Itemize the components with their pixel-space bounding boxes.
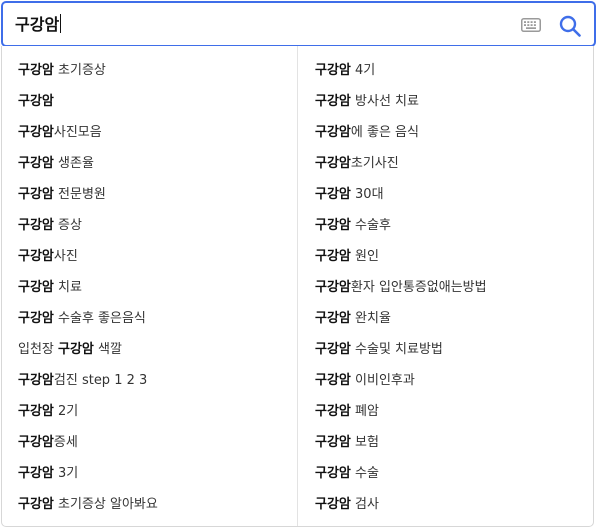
suggestion-item[interactable]: 구강암 초기증상 — [18, 55, 308, 86]
suggestion-text: 색깔 — [93, 342, 122, 357]
suggestion-text: 생존율 — [53, 156, 94, 171]
suggestion-text: 초기사진 — [350, 156, 399, 171]
search-icon[interactable] — [559, 15, 581, 37]
suggestion-item[interactable]: 구강암 보험 — [315, 427, 597, 458]
suggestion-item[interactable]: 구강암 수술 — [315, 458, 597, 489]
suggestion-match-text: 구강암 — [58, 342, 94, 357]
suggestion-match-text: 구강암 — [315, 249, 351, 264]
suggestion-match-text: 구강암 — [315, 342, 351, 357]
suggestion-item[interactable]: 구강암검진 step 1 2 3 — [18, 365, 308, 396]
suggestion-match-text: 구강암 — [18, 373, 54, 388]
suggestion-item[interactable]: 구강암 수술후 좋은음식 — [18, 303, 308, 334]
suggestion-text: 2기 — [53, 404, 79, 419]
suggestion-match-text: 구강암 — [315, 280, 351, 295]
suggestion-item[interactable]: 구강암 생존율 — [18, 148, 308, 179]
suggestion-text: 30대 — [350, 187, 384, 202]
suggestion-text: 검사 — [350, 497, 379, 512]
suggestion-item[interactable]: 구강암 30대 — [315, 179, 597, 210]
suggestion-match-text: 구강암 — [315, 94, 351, 109]
suggestion-item[interactable]: 구강암 검사 — [315, 489, 597, 520]
search-query-text: 구강암 — [15, 15, 60, 34]
suggestion-match-text: 구강암 — [315, 187, 351, 202]
suggestion-item[interactable]: 구강암 4기 — [315, 55, 597, 86]
suggestion-match-text: 구강암 — [315, 404, 351, 419]
suggestion-match-text: 구강암 — [18, 187, 54, 202]
suggestion-text: 수술후 — [350, 218, 391, 233]
suggestion-text: 입천장 — [18, 342, 59, 357]
suggestion-match-text: 구강암 — [18, 311, 54, 326]
suggestion-text: 원인 — [350, 249, 379, 264]
suggestion-column-right: 구강암 4기 구강암 방사선 치료 구강암에 좋은 음식 구강암초기사진 구강암 30대… — [315, 55, 597, 520]
suggestion-item[interactable]: 구강암 원인 — [315, 241, 597, 272]
suggestion-text: 증상 — [53, 218, 82, 233]
suggestion-match-text: 구강암 — [18, 156, 54, 171]
suggestion-text: 환자 입안통증없애는방법 — [350, 280, 487, 295]
suggestion-text: 폐암 — [350, 404, 379, 419]
suggestion-match-text: 구강암 — [315, 373, 351, 388]
suggestion-match-text: 구강암 — [315, 435, 351, 450]
suggestion-match-text: 구강암 — [315, 125, 351, 140]
suggestion-text: 보험 — [350, 435, 379, 450]
suggestion-item[interactable]: 구강암 방사선 치료 — [315, 86, 597, 117]
suggestion-item[interactable]: 구강암사진 — [18, 241, 308, 272]
suggestion-item[interactable]: 구강암 2기 — [18, 396, 308, 427]
suggestion-match-text: 구강암 — [315, 218, 351, 233]
suggestion-match-text: 구강암 — [315, 311, 351, 326]
suggestion-item[interactable]: 구강암 증상 — [18, 210, 308, 241]
suggestion-item[interactable]: 구강암환자 입안통증없애는방법 — [315, 272, 597, 303]
suggestion-item[interactable]: 구강암 이비인후과 — [315, 365, 597, 396]
text-caret — [60, 14, 62, 33]
suggestion-item[interactable]: 구강암 수술후 — [315, 210, 597, 241]
suggestion-item[interactable]: 입천장 구강암 색깔 — [18, 334, 308, 365]
suggestion-text: 증세 — [53, 435, 78, 450]
suggestion-item[interactable]: 구강암 수술및 치료방법 — [315, 334, 597, 365]
suggestion-match-text: 구강암 — [315, 497, 351, 512]
suggestion-match-text: 구강암 — [18, 466, 54, 481]
suggestion-match-text: 구강암 — [18, 94, 54, 109]
suggestion-text: 사진모음 — [53, 125, 102, 140]
suggestion-column-left: 구강암 초기증상 구강암 구강암사진모음 구강암 생존율 구강암 전문병원 구강암 증상 구… — [18, 55, 308, 520]
suggestion-item[interactable]: 구강암 폐암 — [315, 396, 597, 427]
suggestion-item[interactable]: 구강암초기사진 — [315, 148, 597, 179]
suggestion-text: 수술후 좋은음식 — [53, 311, 146, 326]
suggestion-text: 검진 step 1 2 3 — [53, 373, 148, 388]
suggestion-item[interactable]: 구강암증세 — [18, 427, 308, 458]
suggestion-item[interactable]: 구강암에 좋은 음식 — [315, 117, 597, 148]
suggestion-text: 치료 — [53, 280, 82, 295]
suggestion-match-text: 구강암 — [315, 63, 351, 78]
suggestion-item[interactable]: 구강암 완치율 — [315, 303, 597, 334]
suggestion-text: 초기증상 알아봐요 — [53, 497, 158, 512]
suggestion-text: 수술및 치료방법 — [350, 342, 443, 357]
suggestion-text: 사진 — [53, 249, 78, 264]
suggestion-match-text: 구강암 — [18, 497, 54, 512]
keyboard-icon[interactable] — [521, 18, 541, 32]
suggestion-match-text: 구강암 — [18, 125, 54, 140]
suggestion-match-text: 구강암 — [18, 404, 54, 419]
suggestion-match-text: 구강암 — [18, 63, 54, 78]
suggestion-match-text: 구강암 — [315, 156, 351, 171]
suggestion-match-text: 구강암 — [18, 280, 54, 295]
suggestion-text: 이비인후과 — [350, 373, 415, 388]
search-box[interactable]: 구강암 — [1, 1, 596, 47]
suggestion-text: 방사선 치료 — [350, 94, 419, 109]
suggestion-text: 초기증상 — [53, 63, 106, 78]
suggestion-text: 전문병원 — [53, 187, 106, 202]
suggestion-match-text: 구강암 — [18, 435, 54, 450]
suggestion-match-text: 구강암 — [18, 249, 54, 264]
suggestion-text: 완치율 — [350, 311, 391, 326]
suggestion-text: 4기 — [350, 63, 376, 78]
suggestion-item[interactable]: 구강암 초기증상 알아봐요 — [18, 489, 308, 520]
suggestion-item[interactable]: 구강암 3기 — [18, 458, 308, 489]
search-input[interactable]: 구강암 — [15, 14, 62, 35]
suggestion-text: 수술 — [350, 466, 379, 481]
suggestion-item[interactable]: 구강암 전문병원 — [18, 179, 308, 210]
suggestion-item[interactable]: 구강암 — [18, 86, 308, 117]
suggestion-dropdown: 구강암 초기증상 구강암 구강암사진모음 구강암 생존율 구강암 전문병원 구강암 증상 구… — [1, 46, 594, 527]
suggestion-text: 에 좋은 음식 — [350, 125, 419, 140]
suggestion-item[interactable]: 구강암사진모음 — [18, 117, 308, 148]
suggestion-match-text: 구강암 — [315, 466, 351, 481]
suggestion-match-text: 구강암 — [18, 218, 54, 233]
suggestion-item[interactable]: 구강암 치료 — [18, 272, 308, 303]
suggestion-text: 3기 — [53, 466, 79, 481]
